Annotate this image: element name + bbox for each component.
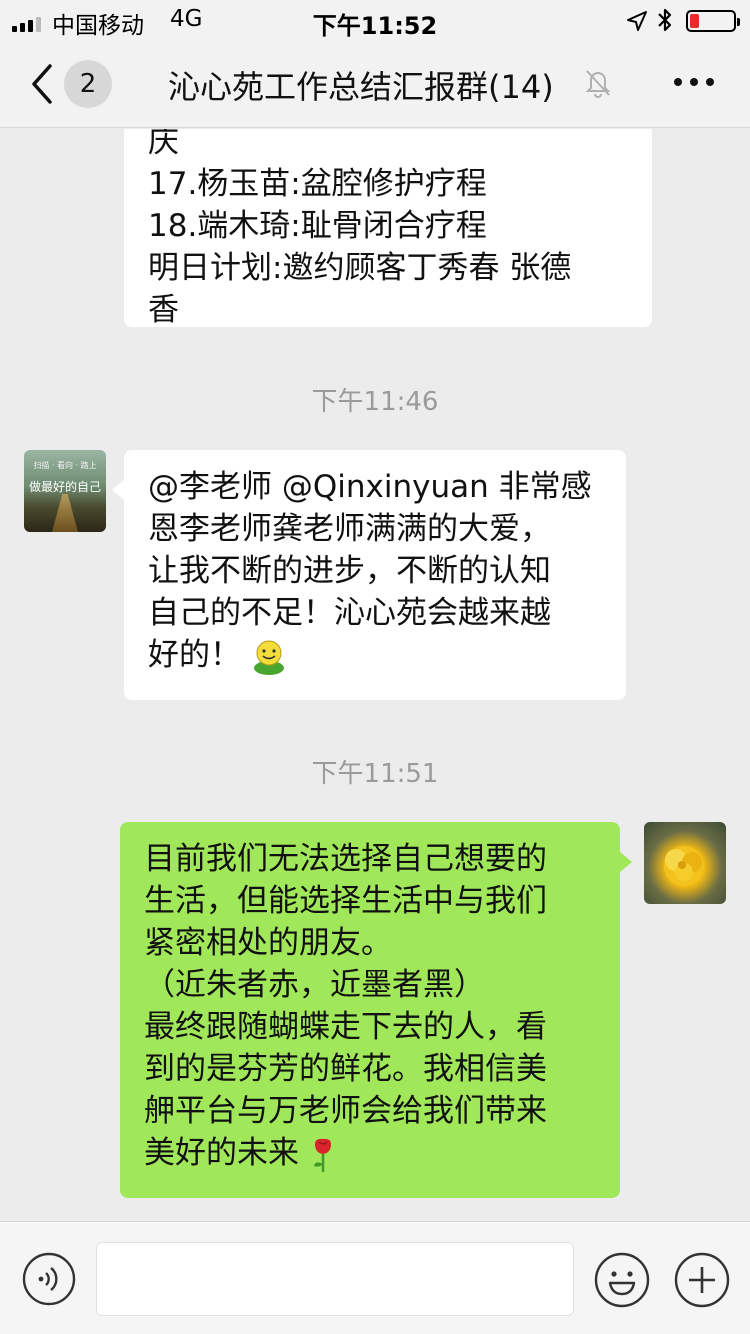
emoji-picker-icon[interactable] <box>594 1252 650 1308</box>
message-line: @李老师 @Qinxinyuan 非常感 <box>148 469 592 505</box>
rose-emoji-icon <box>313 1138 331 1172</box>
add-attachment-icon[interactable] <box>674 1252 730 1308</box>
more-options-button[interactable] <box>672 70 716 94</box>
message-line: （近朱者赤，近墨者黑） <box>144 967 485 1003</box>
message-line: 香 <box>148 292 179 328</box>
message-line: 生活，但能选择生活中与我们 <box>144 883 547 919</box>
battery-icon <box>686 10 740 32</box>
my-avatar[interactable] <box>644 822 726 904</box>
bubble-tail <box>112 480 124 500</box>
message-line: 庆 <box>148 129 179 160</box>
message-line: 美好的未来 <box>144 1132 596 1174</box>
message-text-input[interactable] <box>96 1242 574 1316</box>
wechat-chat-screen: 中国移动 4G 下午11:52 2 沁心苑工作总结汇报群(14) 庆 17.杨玉… <box>0 0 750 1334</box>
sender-avatar[interactable]: 扫描 · 看向 · 路上 做最好的自己 <box>24 450 106 532</box>
avatar-caption: 做最好的自己 <box>28 480 101 494</box>
unread-count-badge[interactable]: 2 <box>64 60 112 108</box>
message-line: 到的是芬芳的鲜花。我相信美 <box>144 1051 547 1087</box>
message-line: 自己的不足！沁心苑会越来越 <box>148 595 551 631</box>
avatar-caption-small: 扫描 · 看向 · 路上 <box>33 461 97 470</box>
yellow-flower-icon <box>664 846 704 886</box>
message-timestamp: 下午11:46 <box>311 387 439 417</box>
message-line: 舺平台与万老师会给我们带来 <box>144 1093 547 1129</box>
message-timestamp: 下午11:51 <box>311 759 439 789</box>
message-line: 紧密相处的朋友。 <box>144 925 392 961</box>
message-bubble-outgoing[interactable]: 目前我们无法选择自己想要的 生活，但能选择生活中与我们 紧密相处的朋友。 （近朱… <box>120 822 620 1198</box>
message-line: 恩李老师龚老师满满的大爱， <box>148 511 551 547</box>
status-bar: 中国移动 4G 下午11:52 <box>0 0 750 40</box>
message-line: 18.端木琦:耻骨闭合疗程 <box>148 208 487 244</box>
message-input-bar <box>0 1221 750 1334</box>
message-text: 好的！ <box>148 637 241 673</box>
location-arrow-icon <box>627 11 647 31</box>
message-line: 明日计划:邀约顾客丁秀春 张德 <box>148 250 572 286</box>
message-line: 让我不断的进步，不断的认知 <box>148 553 551 589</box>
chat-nav-bar: 2 沁心苑工作总结汇报群(14) <box>0 40 750 128</box>
message-line: 好的！ <box>148 634 602 676</box>
chat-title: 沁心苑工作总结汇报群(14) <box>168 68 554 106</box>
message-line: 目前我们无法选择自己想要的 <box>144 841 547 877</box>
bluetooth-icon <box>658 8 672 32</box>
message-text: 美好的未来 <box>144 1135 299 1171</box>
bubble-tail <box>620 852 632 872</box>
message-line: 17.杨玉苗:盆腔修护疗程 <box>148 166 487 202</box>
message-line: 最终跟随蝴蝶走下去的人，看 <box>144 1009 547 1045</box>
message-bubble-incoming[interactable]: 庆 17.杨玉苗:盆腔修护疗程 18.端木琦:耻骨闭合疗程 明日计划:邀约顾客丁… <box>124 129 652 328</box>
mute-bell-icon <box>585 70 611 98</box>
message-list[interactable]: 庆 17.杨玉苗:盆腔修护疗程 18.端木琦:耻骨闭合疗程 明日计划:邀约顾客丁… <box>0 129 750 1221</box>
message-bubble-incoming[interactable]: @李老师 @Qinxinyuan 非常感 恩李老师龚老师满满的大爱， 让我不断的… <box>124 450 626 700</box>
back-chevron-icon[interactable] <box>28 62 58 106</box>
voice-input-icon[interactable] <box>22 1252 76 1306</box>
grin-emoji-icon <box>253 640 284 675</box>
